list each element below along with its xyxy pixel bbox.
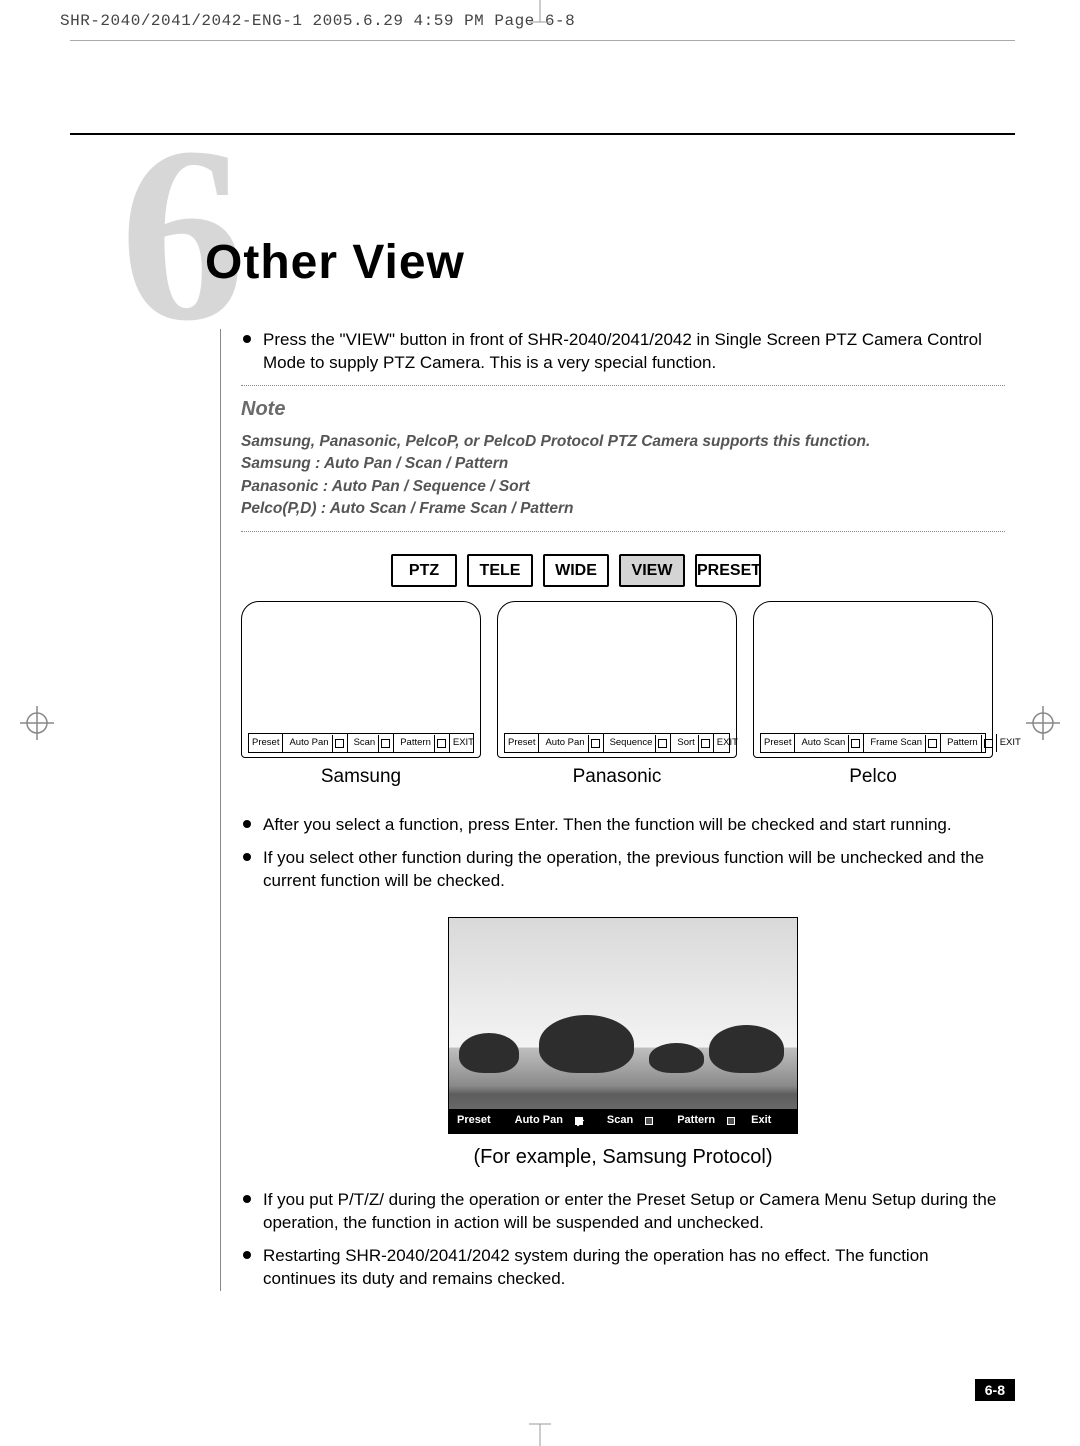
preview-osd-bar: Preset Auto Pan Scan Pattern EXIT [248,733,474,753]
preview-label: Samsung [241,764,481,790]
note-line: Pelco(P,D) : Auto Scan / Frame Scan / Pa… [241,498,1005,520]
content-column: Press the "VIEW" button in front of SHR-… [220,329,1005,1291]
osd-cell: Preset [249,734,283,752]
osd-cell: Preset [449,1113,499,1128]
screenshot-caption: (For example, Samsung Protocol) [241,1144,1005,1171]
preset-button[interactable]: PRESET [695,554,761,588]
checkbox-icon [928,739,937,748]
note-body: Samsung, Panasonic, PelcoP, or PelcoD Pr… [241,431,1005,521]
preview-screen: Preset Auto Pan Sequence Sort EXIT [497,601,737,758]
checkbox-icon [591,739,600,748]
preview-osd-bar: Preset Auto Pan Sequence Sort EXIT [504,733,730,753]
preview-samsung: Preset Auto Pan Scan Pattern EXIT Samsun… [241,601,481,790]
chapter-header: 6 Other View [70,145,1015,325]
crop-mark-bottom [525,1416,555,1446]
osd-cell: Exit [743,1113,779,1128]
preview-osd-bar: Preset Auto Scan Frame Scan Pattern EXIT [760,733,986,753]
checkbox-icon [437,739,446,748]
checkbox-icon [335,739,344,748]
osd-cell: Auto Pan [539,734,603,752]
dotted-divider [241,385,1005,386]
osd-cell: Preset [761,734,795,752]
osd-cell: Scan [591,1113,661,1128]
checkbox-icon [658,739,667,748]
osd-cell: Sort [671,734,713,752]
osd-cell: Pattern [394,734,450,752]
tele-button[interactable]: TELE [467,554,533,588]
print-header-slug: SHR-2040/2041/2042-ENG-1 2005.6.29 4:59 … [60,12,575,30]
body-bullet: Restarting SHR-2040/2041/2042 system dur… [241,1245,1005,1291]
note-heading: Note [241,396,1005,423]
osd-cell: Auto Scan [795,734,864,752]
checkbox-icon [381,739,390,748]
osd-cell: EXIT [450,734,477,752]
chapter-title: Other View [205,235,465,290]
osd-cell: Sequence [604,734,672,752]
osd-cell: Preset [505,734,539,752]
osd-cell: Auto Pan [283,734,347,752]
note-line: Samsung : Auto Pan / Scan / Pattern [241,453,1005,475]
note-line: Samsung, Panasonic, PelcoP, or PelcoD Pr… [241,431,1005,453]
preview-label: Panasonic [497,764,737,790]
preview-panasonic: Preset Auto Pan Sequence Sort EXIT Panas… [497,601,737,790]
page-body: 6 Other View Press the "VIEW" button in … [70,40,1015,1401]
osd-cell: Frame Scan [864,734,941,752]
ptz-button[interactable]: PTZ [391,554,457,588]
osd-cell: EXIT [997,734,1024,752]
registration-mark-right [1026,706,1060,740]
osd-cell: EXIT [714,734,741,752]
body-bullet: If you select other function during the … [241,847,1005,893]
example-screenshot: Preset Auto Pan✓ Scan Pattern Exit [448,917,798,1134]
preview-pelco: Preset Auto Scan Frame Scan Pattern EXIT… [753,601,993,790]
trim-line-top [70,40,1015,53]
screenshot-osd-bar: Preset Auto Pan✓ Scan Pattern Exit [449,1109,797,1133]
preview-screen: Preset Auto Pan Scan Pattern EXIT [241,601,481,758]
osd-cell: Scan [348,734,395,752]
button-row: PTZ TELE WIDE VIEW PRESET [391,554,1005,588]
checkbox-icon [645,1117,653,1125]
preview-screen: Preset Auto Scan Frame Scan Pattern EXIT [753,601,993,758]
checkbox-icon [851,739,860,748]
wide-button[interactable]: WIDE [543,554,609,588]
registration-mark-left [20,706,54,740]
checkbox-icon [727,1117,735,1125]
body-bullet: If you put P/T/Z/ during the operation o… [241,1189,1005,1235]
note-line: Panasonic : Auto Pan / Sequence / Sort [241,476,1005,498]
osd-cell: Pattern [661,1113,743,1128]
crop-mark-top [525,0,555,30]
screenshot-image-trees [449,1013,797,1073]
intro-bullet: Press the "VIEW" button in front of SHR-… [241,329,1005,375]
page-number-badge: 6-8 [975,1379,1015,1401]
example-screenshot-wrap: Preset Auto Pan✓ Scan Pattern Exit [448,917,798,1134]
osd-cell-active: Auto Pan✓ [499,1113,591,1128]
checkbox-checked-icon: ✓ [575,1117,583,1125]
checkbox-icon [701,739,710,748]
osd-cell: Pattern [941,734,997,752]
body-bullet: After you select a function, press Enter… [241,814,1005,837]
preview-row: Preset Auto Pan Scan Pattern EXIT Samsun… [241,601,1005,790]
preview-label: Pelco [753,764,993,790]
dotted-divider [241,531,1005,532]
checkbox-icon [984,739,993,748]
view-button[interactable]: VIEW [619,554,685,588]
